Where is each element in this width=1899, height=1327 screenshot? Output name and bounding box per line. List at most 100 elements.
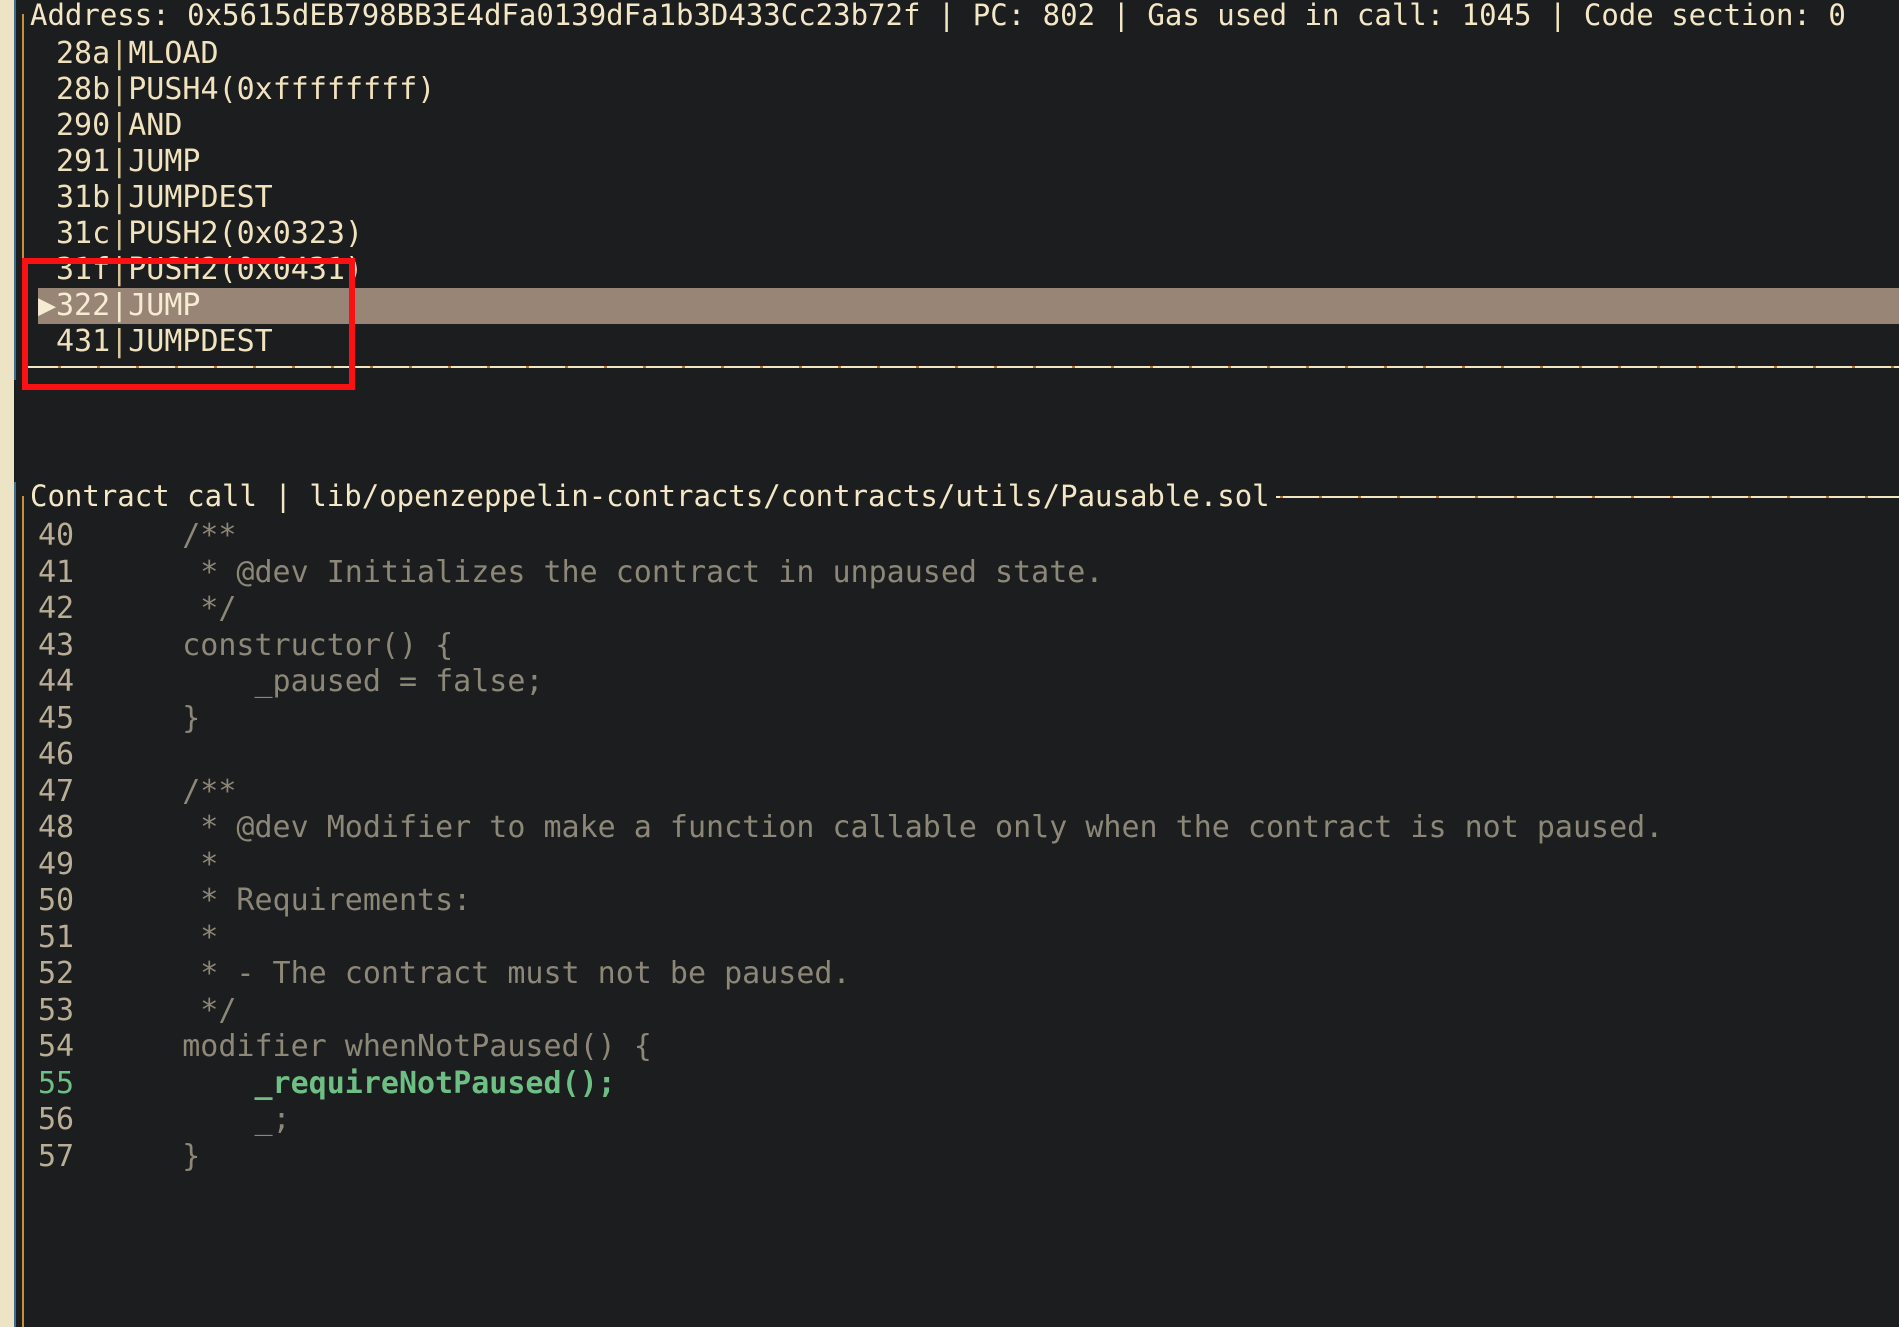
source-panel: Contract call | lib/openzeppelin-contrac… [14,482,1899,1327]
source-line-number: 41 [38,554,75,590]
opcode-mnemonic: AND [128,108,183,143]
source-line-text: _paused = false; [110,664,544,699]
opcode-separator: | [110,180,129,215]
source-line-text: modifier whenNotPaused() { [110,1029,652,1064]
source-line-number: 43 [38,627,75,663]
opcode-separator: | [110,36,129,71]
source-row-active[interactable]: 55 _requireNotPaused(); [38,1066,1899,1103]
opcode-panel-title: Address: 0x5615dEB798BB3E4dFa0139dFa1b3D… [24,1,1852,30]
source-line-text: } [110,1138,201,1174]
source-code-list[interactable]: 40 /** 41 * @dev Initializes the contract… [38,518,1899,1327]
terminal-window: Address: 0x5615dEB798BB3E4dFa0139dFa1b3D… [0,0,1899,1327]
source-line-text: * [110,846,219,882]
source-line-text: */ [110,591,237,626]
source-line-text: * - The contract must not be paused. [110,956,851,991]
opcode-row[interactable]: 31f|PUSH2(0x0431) [38,252,1899,288]
opcode-pc: 28a [56,36,111,71]
opcode-pc: 431 [56,324,111,359]
source-row[interactable]: 43 constructor() { [38,628,1899,665]
source-line-number: 55 [38,1065,75,1101]
source-line-number: 42 [38,591,75,626]
opcode-pc: 31b [56,180,111,215]
source-row[interactable]: 41 * @dev Initializes the contract in un… [38,555,1899,592]
source-line-number: 53 [38,992,75,1028]
opcode-pc: 28b [56,72,111,107]
opcode-row[interactable]: 290|AND [38,108,1899,144]
opcode-row-current[interactable]: ▶322|JUMP [38,288,1899,324]
opcode-separator: | [110,252,129,287]
source-row[interactable]: 44 _paused = false; [38,664,1899,701]
current-instruction-pointer-icon [38,180,56,216]
current-instruction-pointer-icon [38,144,56,180]
source-line-number: 56 [38,1102,75,1137]
opcode-row[interactable]: 31c|PUSH2(0x0323) [38,216,1899,252]
source-row[interactable]: 52 * - The contract must not be paused. [38,956,1899,993]
source-line-text: constructor() { [110,627,454,663]
current-instruction-pointer-icon [38,108,56,144]
opcode-mnemonic: MLOAD [128,36,219,71]
opcode-mnemonic: PUSH2(0x0323) [128,216,364,251]
opcode-separator: | [110,216,129,251]
source-line-text: * @dev Initializes the contract in unpau… [110,554,1104,590]
opcode-panel-left-border [22,14,24,366]
opcode-row[interactable]: 31b|JUMPDEST [38,180,1899,216]
opcode-row[interactable]: 28a|MLOAD [38,36,1899,72]
terminal-left-edge-strip [0,0,14,1327]
opcode-separator: | [110,108,129,143]
opcode-separator: | [110,288,129,323]
source-line-number: 44 [38,664,75,699]
current-instruction-pointer-icon [38,324,56,360]
source-line-text: /** [110,773,237,809]
opcode-row[interactable]: 291|JUMP [38,144,1899,180]
source-line-text: */ [110,992,237,1028]
source-line-number: 48 [38,810,75,845]
source-row[interactable]: 54 modifier whenNotPaused() { [38,1029,1899,1066]
source-panel-outer-rule [14,482,16,1327]
source-line-number: 54 [38,1029,75,1064]
source-line-number: 50 [38,883,75,918]
opcode-separator: | [110,72,129,107]
opcode-pc: 291 [56,144,111,179]
source-line-number: 47 [38,773,75,809]
source-row[interactable]: 53 */ [38,993,1899,1030]
opcode-separator: | [110,324,129,359]
opcode-row[interactable]: 28b|PUSH4(0xffffffff) [38,72,1899,108]
source-row[interactable]: 45 } [38,701,1899,738]
source-row[interactable]: 49 * [38,847,1899,884]
opcode-separator: | [110,144,129,179]
source-line-number: 45 [38,700,75,736]
source-line-text: /** [110,518,237,553]
source-line-number: 40 [38,518,75,553]
opcode-pc: 290 [56,108,111,143]
source-row[interactable]: 56 _; [38,1102,1899,1139]
opcode-mnemonic: PUSH2(0x0431) [128,252,364,287]
opcode-mnemonic: JUMPDEST [128,180,273,215]
opcode-list[interactable]: 28a|MLOAD 28b|PUSH4(0xffffffff) 290|AND … [38,36,1899,380]
source-row[interactable]: 47 /** [38,774,1899,811]
source-row[interactable]: 42 */ [38,591,1899,628]
source-line-number: 51 [38,919,75,955]
current-instruction-pointer-icon [38,252,56,288]
source-row[interactable]: 48 * @dev Modifier to make a function ca… [38,810,1899,847]
opcode-pc: 31f [56,252,111,287]
opcode-panel: Address: 0x5615dEB798BB3E4dFa0139dFa1b3D… [14,0,1899,380]
opcode-mnemonic: JUMP [128,288,201,323]
source-row[interactable]: 50 * Requirements: [38,883,1899,920]
source-row[interactable]: 46 [38,737,1899,774]
opcode-pc: 31c [56,216,111,251]
source-line-text: * Requirements: [110,883,472,918]
opcode-row[interactable]: 431|JUMPDEST [38,324,1899,360]
current-instruction-pointer-icon: ▶ [38,288,57,323]
source-line-text: } [110,700,201,736]
opcode-pc: 322 [56,288,111,323]
source-row[interactable]: 40 /** [38,518,1899,555]
source-row[interactable]: 51 * [38,920,1899,957]
source-line-text: * [110,919,219,955]
opcode-panel-outer-rule [14,0,16,380]
opcode-mnemonic: JUMP [128,144,201,179]
source-row[interactable]: 57 } [38,1139,1899,1176]
source-panel-title: Contract call | lib/openzeppelin-contrac… [24,482,1276,511]
source-line-text: _; [110,1102,291,1137]
source-line-text: _requireNotPaused(); [110,1065,616,1101]
opcode-mnemonic: JUMPDEST [128,324,273,359]
